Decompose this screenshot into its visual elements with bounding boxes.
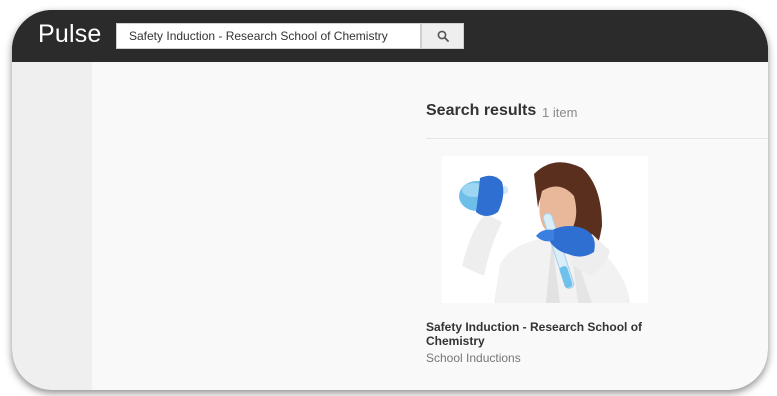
scientist-photo-image [442,156,648,303]
search-results-count: 1 item [542,105,578,120]
result-thumbnail[interactable] [442,156,648,303]
search-input[interactable] [116,23,421,49]
search-button[interactable] [421,23,464,49]
result-title-link[interactable]: Safety Induction - Research School of Ch… [426,320,666,348]
result-category: School Inductions [426,351,521,365]
divider [426,138,768,139]
search-icon [437,30,449,42]
search-results-heading: Search results [426,102,537,119]
left-sidebar [12,62,92,390]
app-window: Pulse Search results 1 item [12,10,768,390]
app-logo[interactable]: Pulse [38,20,102,49]
top-navigation-bar: Pulse [12,10,768,62]
